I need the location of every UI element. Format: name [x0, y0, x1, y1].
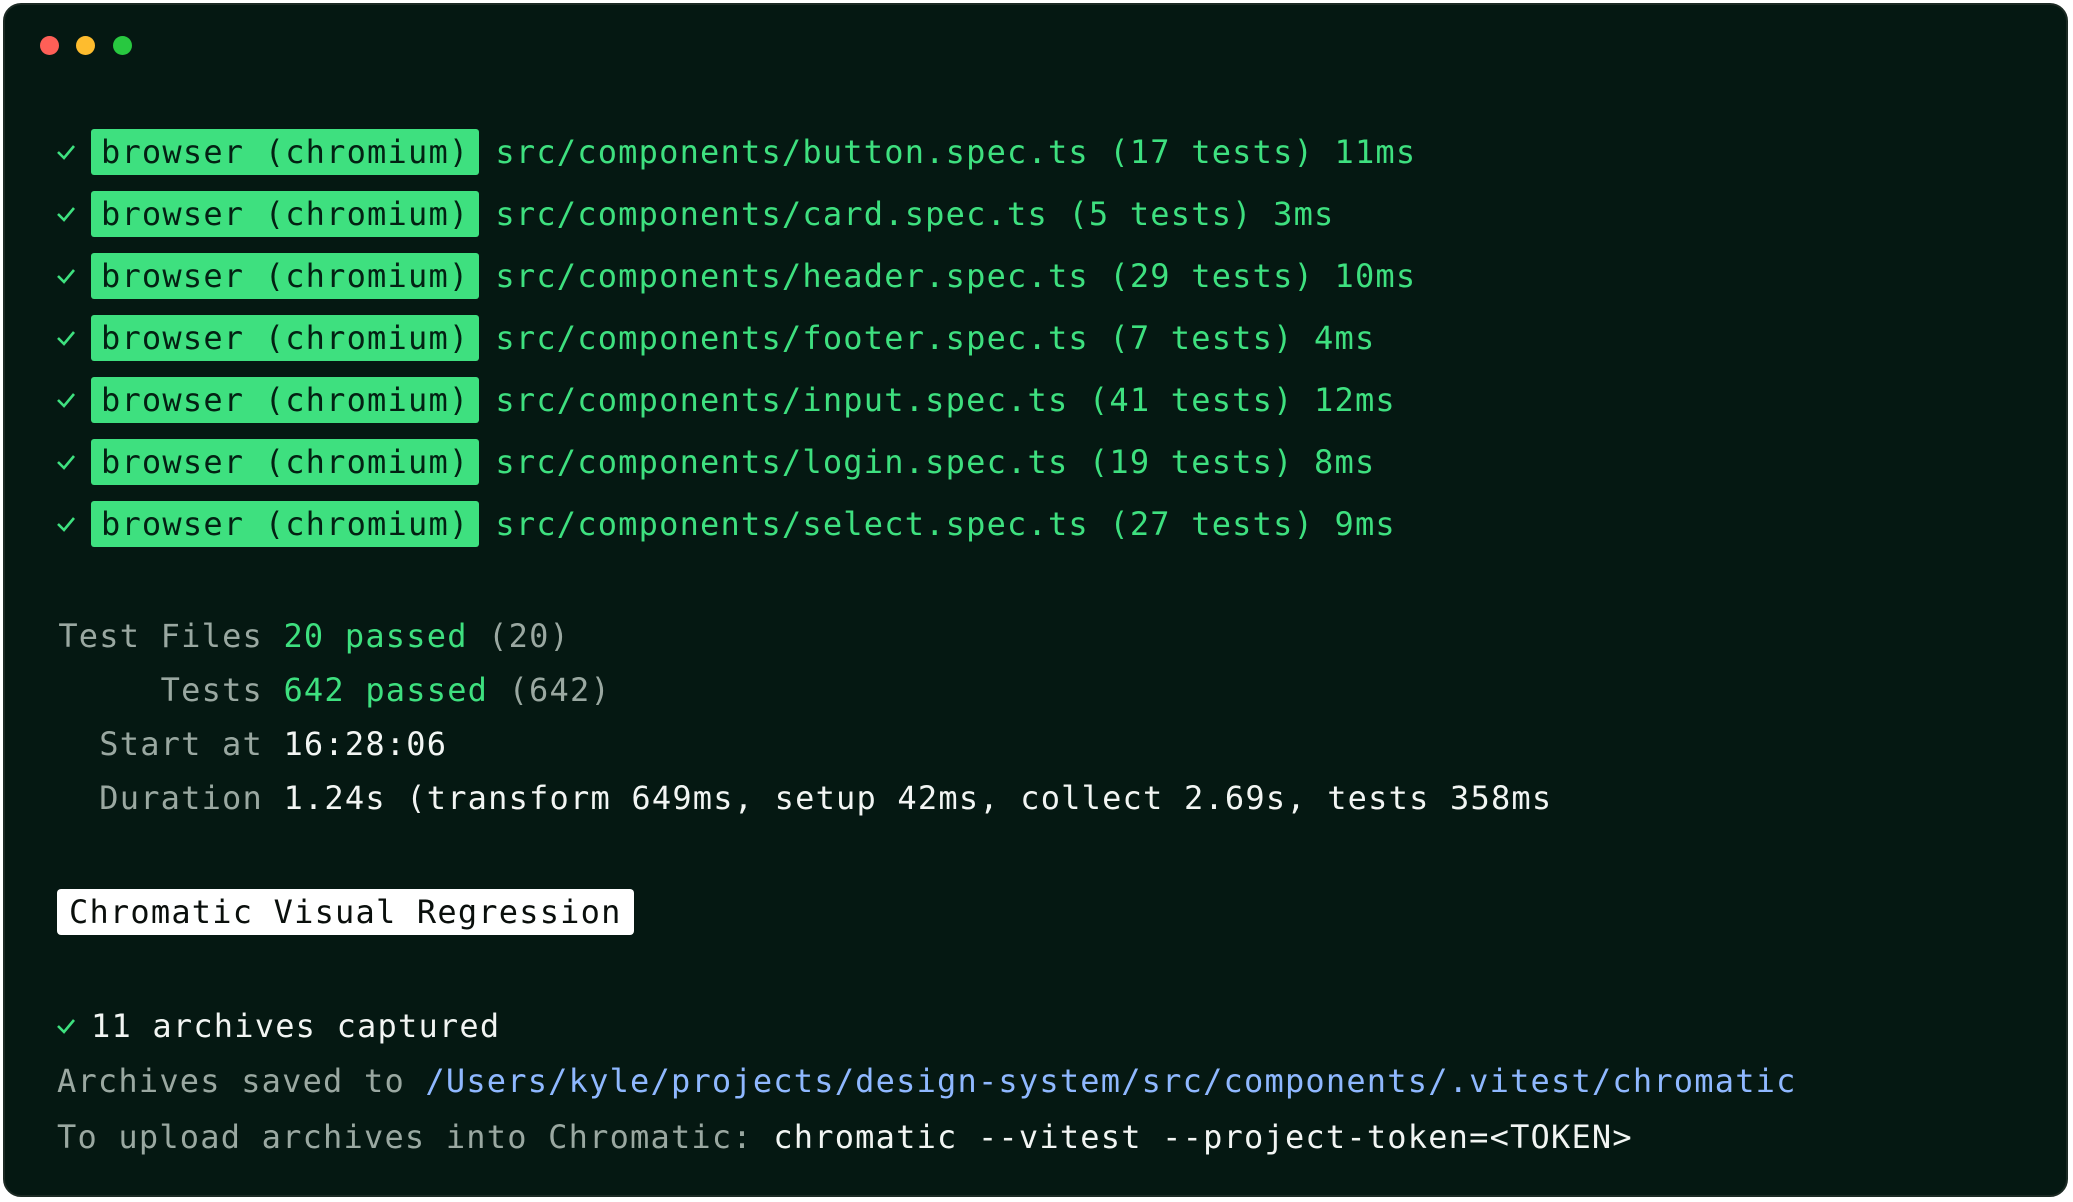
test-duration: 8ms: [1314, 443, 1376, 481]
summary-label: Duration: [99, 779, 263, 817]
test-result-row: browser (chromium) src/components/header…: [55, 253, 1416, 299]
check-icon: [55, 1015, 77, 1037]
test-duration: 12ms: [1314, 381, 1396, 419]
check-icon: [55, 141, 77, 163]
check-icon: [55, 389, 77, 411]
test-duration: 11ms: [1334, 133, 1417, 171]
test-file-path: src/components/login.spec.ts: [495, 443, 1069, 481]
test-count: (5 tests): [1068, 195, 1253, 233]
check-icon: [55, 451, 77, 473]
browser-badge: browser (chromium): [91, 377, 480, 423]
chromatic-heading: Chromatic Visual Regression: [57, 889, 634, 935]
test-file-path: src/components/footer.spec.ts: [495, 319, 1089, 357]
test-file-path: src/components/input.spec.ts: [495, 381, 1069, 419]
summary-tests: Tests 642 passed (642): [55, 668, 611, 712]
archives-captured-line: 11 archives captured: [55, 1003, 500, 1049]
test-count: (19 tests): [1088, 443, 1294, 481]
archives-saved-line: Archives saved to /Users/kyle/projects/d…: [57, 1059, 1797, 1103]
summary-test-files: Test Files 20 passed (20): [55, 614, 570, 658]
summary-label: Tests: [160, 671, 263, 709]
terminal-window: browser (chromium) src/components/button…: [3, 3, 2068, 1197]
upload-instruction-line: To upload archives into Chromatic: chrom…: [57, 1115, 1633, 1159]
close-window-button[interactable]: [40, 36, 59, 55]
test-count: (17 tests): [1109, 133, 1315, 171]
test-result-row: browser (chromium) src/components/login.…: [55, 439, 1375, 485]
summary-duration: Duration 1.24s (transform 649ms, setup 4…: [55, 776, 1552, 820]
test-duration: 3ms: [1273, 195, 1335, 233]
test-count: (27 tests): [1109, 505, 1315, 543]
check-icon: [55, 327, 77, 349]
check-icon: [55, 265, 77, 287]
browser-badge: browser (chromium): [91, 501, 480, 547]
passed-count: 20 passed: [283, 617, 468, 655]
archives-path[interactable]: /Users/kyle/projects/design-system/src/c…: [425, 1062, 1796, 1100]
summary-label: Start at: [99, 725, 263, 763]
test-count: (41 tests): [1088, 381, 1294, 419]
test-result-row: browser (chromium) src/components/footer…: [55, 315, 1375, 361]
browser-badge: browser (chromium): [91, 439, 480, 485]
summary-label: Test Files: [58, 617, 263, 655]
upload-command[interactable]: chromatic --vitest --project-token=<TOKE…: [773, 1118, 1633, 1156]
browser-badge: browser (chromium): [91, 129, 480, 175]
duration-value: 1.24s (transform 649ms, setup 42ms, coll…: [283, 779, 1553, 817]
test-file-path: src/components/button.spec.ts: [495, 133, 1089, 171]
check-icon: [55, 513, 77, 535]
test-result-row: browser (chromium) src/components/input.…: [55, 377, 1396, 423]
test-result-row: browser (chromium) src/components/select…: [55, 501, 1396, 547]
passed-count: 642 passed: [283, 671, 489, 709]
browser-badge: browser (chromium): [91, 191, 480, 237]
browser-badge: browser (chromium): [91, 253, 480, 299]
start-time: 16:28:06: [283, 725, 448, 763]
minimize-window-button[interactable]: [76, 36, 95, 55]
archives-saved-label: Archives saved to: [57, 1062, 405, 1100]
total-count: (642): [508, 671, 611, 709]
test-duration: 9ms: [1334, 505, 1396, 543]
check-icon: [55, 203, 77, 225]
test-file-path: src/components/select.spec.ts: [495, 505, 1089, 543]
test-result-row: browser (chromium) src/components/card.s…: [55, 191, 1335, 237]
archives-captured-text: 11 archives captured: [91, 1007, 501, 1045]
maximize-window-button[interactable]: [113, 36, 132, 55]
browser-badge: browser (chromium): [91, 315, 480, 361]
test-duration: 4ms: [1314, 319, 1376, 357]
summary-start: Start at 16:28:06: [55, 722, 447, 766]
test-count: (29 tests): [1109, 257, 1315, 295]
test-file-path: src/components/header.spec.ts: [495, 257, 1089, 295]
test-result-row: browser (chromium) src/components/button…: [55, 129, 1416, 175]
upload-label: To upload archives into Chromatic:: [57, 1118, 753, 1156]
test-count: (7 tests): [1109, 319, 1294, 357]
test-duration: 10ms: [1334, 257, 1417, 295]
total-count: (20): [488, 617, 571, 655]
test-file-path: src/components/card.spec.ts: [495, 195, 1048, 233]
